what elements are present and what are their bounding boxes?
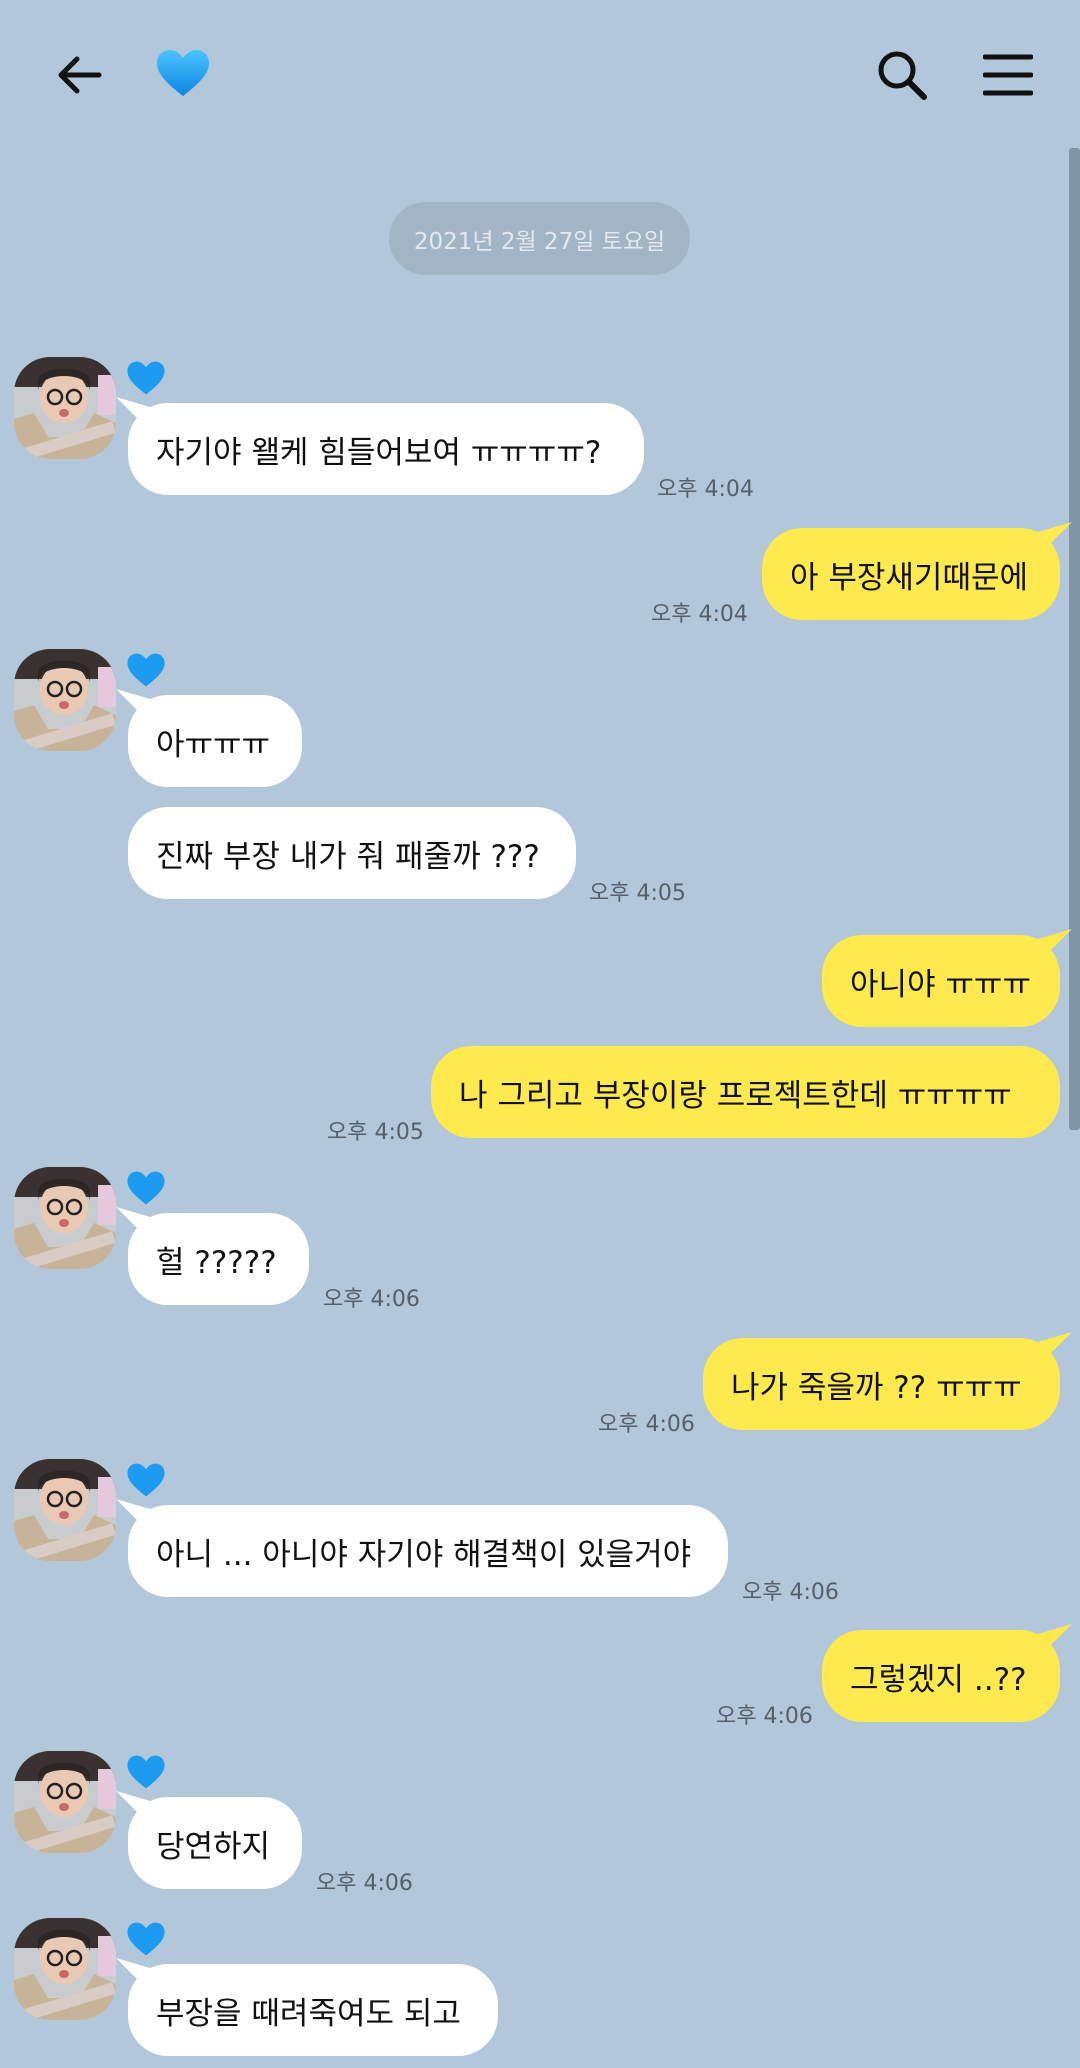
- message-text: 당연하지: [156, 1828, 271, 1865]
- search-button[interactable]: [862, 35, 942, 115]
- sender-name-heart: [126, 1921, 166, 1957]
- message-text: 아ㅠㅠㅠ: [156, 726, 271, 763]
- message-time: 오후 4:06: [323, 1287, 420, 1312]
- bubble-tail: [116, 1791, 150, 1825]
- blue-heart-icon: [127, 653, 165, 687]
- sender-name-heart: [126, 652, 166, 688]
- message-text: 아니 ... 아니야 자기야 해결책이 있을거야: [156, 1536, 692, 1573]
- bubble-tail: [116, 1958, 150, 1992]
- bubble-tail: [116, 397, 150, 431]
- message-time: 오후 4:06: [742, 1580, 839, 1605]
- bubble-tail: [1038, 1624, 1072, 1658]
- message-text: 부장을 때려죽여도 되고: [156, 1995, 461, 2032]
- blue-heart-icon: [127, 1755, 165, 1789]
- message-bubble-incoming[interactable]: 아니 ... 아니야 자기야 해결책이 있을거야: [116, 1499, 728, 1597]
- sender-name-heart: [126, 360, 166, 396]
- message-text: 나가 죽을까 ?? ㅠㅠㅠ: [731, 1369, 1022, 1406]
- blue-heart-icon: [157, 50, 209, 96]
- bubble-tail: [116, 1207, 150, 1241]
- avatar-photo: [14, 1918, 116, 2020]
- sender-name-heart: [126, 1170, 166, 1206]
- search-icon: [878, 51, 927, 100]
- avatar-photo: [14, 1459, 116, 1561]
- message-text: 헐 ?????: [156, 1244, 277, 1281]
- avatar-photo: [14, 1167, 116, 1269]
- bubble-tail: [1038, 1332, 1072, 1366]
- bubble-tail: [1038, 929, 1072, 963]
- message-bubble-outgoing[interactable]: 아니야 ㅠㅠㅠ: [822, 929, 1072, 1027]
- back-button[interactable]: [40, 35, 120, 115]
- message-time: 오후 4:06: [598, 1412, 695, 1437]
- message-bubble-outgoing[interactable]: 아 부장새기때문에: [762, 522, 1072, 620]
- bubble-tail: [116, 1499, 150, 1533]
- hamburger-menu-icon: [983, 54, 1033, 96]
- avatar[interactable]: [14, 1918, 116, 2020]
- scrollbar[interactable]: [1069, 148, 1080, 1130]
- blue-heart-icon: [127, 1463, 165, 1497]
- avatar-photo: [14, 649, 116, 751]
- blue-heart-icon: [127, 1922, 165, 1956]
- date-divider: 2021년 2월 27일 토요일: [389, 202, 690, 275]
- message-text: 자기야 왤케 힘들어보여 ㅠㅠㅠㅠ?: [156, 434, 602, 471]
- message-text: 나 그리고 부장이랑 프로젝트한데 ㅠㅠㅠㅠ: [459, 1077, 1012, 1114]
- message-bubble-incoming[interactable]: 아ㅠㅠㅠ: [116, 689, 302, 787]
- chat-title-heart: [150, 40, 216, 106]
- message-time: 오후 4:04: [657, 477, 754, 502]
- message-bubble-outgoing[interactable]: 나가 죽을까 ?? ㅠㅠㅠ: [703, 1332, 1072, 1430]
- sender-name-heart: [126, 1754, 166, 1790]
- arrow-left-icon: [58, 56, 102, 94]
- message-time: 오후 4:05: [589, 881, 686, 906]
- menu-button[interactable]: [968, 35, 1048, 115]
- top-bar: [0, 0, 1080, 150]
- message-time: 오후 4:06: [716, 1704, 813, 1729]
- blue-heart-icon: [127, 1171, 165, 1205]
- avatar-photo: [14, 357, 116, 459]
- sender-name-heart: [126, 1462, 166, 1498]
- avatar[interactable]: [14, 649, 116, 751]
- message-bubble-incoming[interactable]: 당연하지: [116, 1791, 302, 1889]
- message-bubble-outgoing[interactable]: 나 그리고 부장이랑 프로젝트한데 ㅠㅠㅠㅠ: [431, 1046, 1060, 1138]
- message-time: 오후 4:05: [327, 1120, 424, 1145]
- message-bubble-incoming[interactable]: 헐 ?????: [116, 1207, 309, 1305]
- message-bubble-incoming[interactable]: 부장을 때려죽여도 되고: [116, 1958, 498, 2056]
- avatar[interactable]: [14, 1459, 116, 1561]
- message-text: 그렇겠지 ..??: [850, 1661, 1027, 1698]
- message-text: 진짜 부장 내가 줘 패줄까 ???: [156, 838, 540, 875]
- avatar-photo: [14, 1751, 116, 1853]
- avatar[interactable]: [14, 1751, 116, 1853]
- message-bubble-incoming[interactable]: 진짜 부장 내가 줘 패줄까 ???: [128, 807, 576, 899]
- message-text: 아 부장새기때문에: [790, 559, 1029, 596]
- message-time: 오후 4:04: [651, 602, 748, 627]
- avatar[interactable]: [14, 357, 116, 459]
- bubble-tail: [1038, 522, 1072, 556]
- blue-heart-icon: [127, 361, 165, 395]
- message-text: 아니야 ㅠㅠㅠ: [850, 966, 1031, 1003]
- message-bubble-incoming[interactable]: 자기야 왤케 힘들어보여 ㅠㅠㅠㅠ?: [116, 397, 644, 495]
- bubble-tail: [116, 689, 150, 723]
- message-time: 오후 4:06: [316, 1871, 413, 1896]
- message-bubble-outgoing[interactable]: 그렇겠지 ..??: [822, 1624, 1072, 1722]
- avatar[interactable]: [14, 1167, 116, 1269]
